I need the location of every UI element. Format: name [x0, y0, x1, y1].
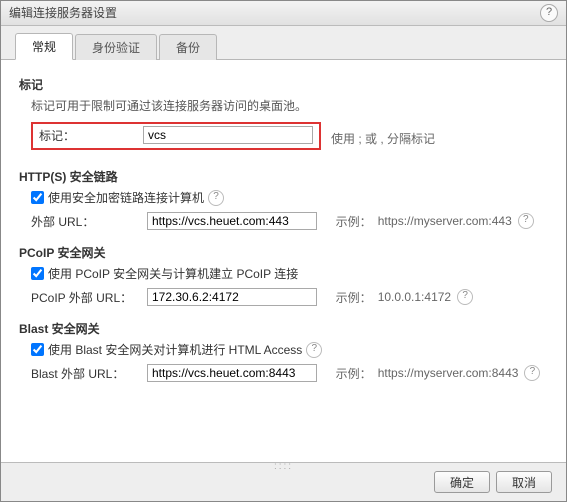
blast-example-label: 示例：: [336, 365, 372, 382]
help-icon[interactable]: ?: [540, 4, 558, 22]
tab-general[interactable]: 常规: [15, 33, 73, 60]
http-url-label: 外部 URL：: [31, 213, 141, 230]
blast-gateway-checkbox[interactable]: [31, 343, 44, 356]
help-icon[interactable]: ?: [518, 213, 534, 229]
blast-checkbox-row: 使用 Blast 安全网关对计算机进行 HTML Access ?: [31, 341, 548, 358]
pcoip-example-value: 10.0.0.1:4172: [378, 290, 451, 304]
tag-input[interactable]: [143, 126, 313, 144]
tag-highlight-box: 标记：: [31, 122, 321, 150]
section-title-pcoip: PCoIP 安全网关: [19, 244, 548, 261]
http-example-value: https://myserver.com:443: [378, 214, 512, 228]
pcoip-gateway-label: 使用 PCoIP 安全网关与计算机建立 PCoIP 连接: [48, 265, 298, 282]
window-title: 编辑连接服务器设置: [9, 1, 117, 25]
blast-url-input[interactable]: [147, 364, 317, 382]
ok-button[interactable]: 确定: [434, 471, 490, 493]
content-area: 标记 标记可用于限制可通过该连接服务器访问的桌面池。 标记： 使用 ; 或 , …: [1, 60, 566, 462]
cancel-button[interactable]: 取消: [496, 471, 552, 493]
tab-auth[interactable]: 身份验证: [75, 34, 157, 60]
http-url-row: 外部 URL： 示例： https://myserver.com:443 ?: [31, 212, 548, 230]
blast-url-row: Blast 外部 URL： 示例： https://myserver.com:8…: [31, 364, 548, 382]
pcoip-gateway-checkbox[interactable]: [31, 267, 44, 280]
pcoip-example-label: 示例：: [336, 289, 372, 306]
help-icon[interactable]: ?: [524, 365, 540, 381]
section-title-tag: 标记: [19, 76, 548, 93]
titlebar: 编辑连接服务器设置 ?: [1, 1, 566, 26]
tag-desc: 标记可用于限制可通过该连接服务器访问的桌面池。: [31, 97, 548, 114]
pcoip-url-row: PCoIP 外部 URL： 示例： 10.0.0.1:4172 ?: [31, 288, 548, 306]
blast-gateway-label: 使用 Blast 安全网关对计算机进行 HTML Access: [48, 341, 302, 358]
tag-hint: 使用 ; 或 , 分隔标记: [331, 130, 435, 147]
tab-backup[interactable]: 备份: [159, 34, 217, 60]
help-icon[interactable]: ?: [306, 342, 322, 358]
help-icon[interactable]: ?: [208, 190, 224, 206]
help-icon[interactable]: ?: [457, 289, 473, 305]
blast-url-label: Blast 外部 URL：: [31, 365, 141, 382]
pcoip-checkbox-row: 使用 PCoIP 安全网关与计算机建立 PCoIP 连接: [31, 265, 548, 282]
http-checkbox-row: 使用安全加密链路连接计算机 ?: [31, 189, 548, 206]
http-example-label: 示例：: [336, 213, 372, 230]
footer: :::: 确定 取消: [1, 462, 566, 501]
http-secure-label: 使用安全加密链路连接计算机: [48, 189, 204, 206]
http-secure-checkbox[interactable]: [31, 191, 44, 204]
blast-example-value: https://myserver.com:8443: [378, 366, 519, 380]
http-url-input[interactable]: [147, 212, 317, 230]
section-title-http: HTTP(S) 安全链路: [19, 168, 548, 185]
section-title-blast: Blast 安全网关: [19, 320, 548, 337]
tag-row: 标记： 使用 ; 或 , 分隔标记: [19, 120, 548, 156]
resize-grip-icon[interactable]: ::::: [274, 461, 293, 472]
tab-strip: 常规 身份验证 备份: [1, 26, 566, 60]
pcoip-url-input[interactable]: [147, 288, 317, 306]
tag-label: 标记：: [39, 127, 137, 144]
pcoip-url-label: PCoIP 外部 URL：: [31, 289, 141, 306]
